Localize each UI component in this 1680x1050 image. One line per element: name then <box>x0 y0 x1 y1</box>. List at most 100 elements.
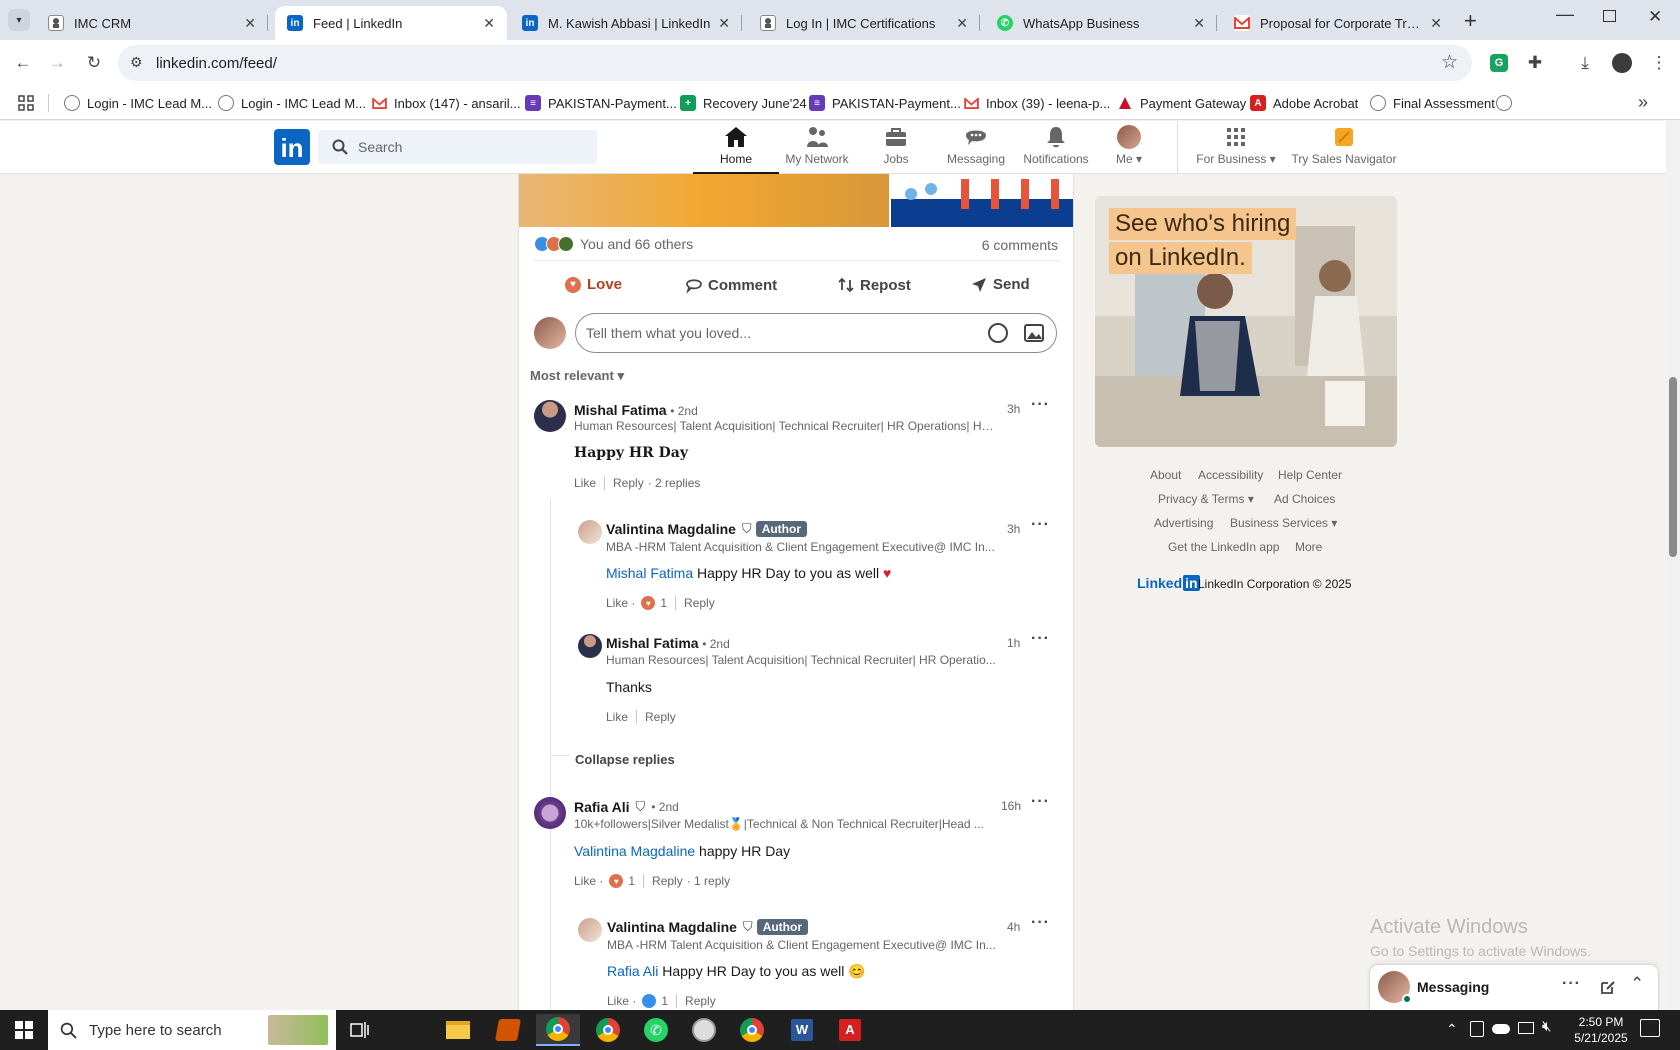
nav-me[interactable]: Me ▾ <box>1093 125 1165 173</box>
footer-business-services[interactable]: Business Services ▾ <box>1230 516 1337 530</box>
messaging-widget[interactable]: Messaging ··· ⌃ <box>1370 965 1658 1010</box>
bookmark-star-icon[interactable]: ☆ <box>1441 51 1458 74</box>
footer-accessibility[interactable]: Accessibility <box>1198 468 1263 482</box>
footer-help-center[interactable]: Help Center <box>1278 468 1342 482</box>
word-icon[interactable]: W <box>780 1014 824 1046</box>
device-icon[interactable] <box>1470 1021 1484 1037</box>
bookmark-item[interactable]: + Recovery June'24 <box>680 93 807 113</box>
forward-icon[interactable]: → <box>46 52 68 74</box>
bookmark-item[interactable]: Inbox (39) - leena-p... <box>963 93 1110 113</box>
window-close-icon[interactable]: ✕ <box>1648 7 1662 27</box>
chrome-icon[interactable] <box>586 1014 630 1046</box>
scrollbar-thumb[interactable] <box>1669 377 1677 557</box>
reaction-count[interactable]: 1 <box>661 994 668 1008</box>
reaction-count[interactable]: 1 <box>628 874 635 888</box>
page-scrollbar[interactable] <box>1666 121 1680 1010</box>
comment-input[interactable]: Tell them what you loved... <box>575 313 1057 353</box>
commenter-avatar[interactable] <box>534 400 566 432</box>
copilot-icon[interactable] <box>386 1014 430 1046</box>
onedrive-cloud-icon[interactable] <box>1492 1024 1510 1034</box>
like-button[interactable]: Like · <box>606 596 635 610</box>
extension-icon[interactable]: G <box>1490 54 1508 72</box>
footer-advertising[interactable]: Advertising <box>1154 516 1213 530</box>
commenter-name[interactable]: Rafia Ali <box>574 799 630 815</box>
linkedin-logo-icon[interactable]: in <box>274 129 310 165</box>
replier-avatar[interactable] <box>578 918 602 942</box>
bookmark-item[interactable]: Inbox (147) - ansaril... <box>371 93 520 113</box>
reply-button[interactable]: Reply <box>684 596 715 610</box>
comments-count[interactable]: 6 comments <box>982 237 1058 253</box>
bookmark-item[interactable]: Login - IMC Lead M... <box>218 93 366 113</box>
like-button[interactable]: Like · <box>574 874 603 888</box>
tab-proposal[interactable]: Proposal for Corporate Training ✕ <box>1222 6 1454 40</box>
post-image-right[interactable] <box>891 174 1073 227</box>
acrobat-icon[interactable]: A <box>828 1014 872 1046</box>
love-button[interactable]: ♥ Love <box>565 276 622 293</box>
app-icon[interactable] <box>486 1014 530 1046</box>
nav-home[interactable]: Home <box>693 125 779 174</box>
search-input[interactable]: Search <box>318 130 597 164</box>
close-icon[interactable]: ✕ <box>244 15 256 32</box>
footer-ad-choices[interactable]: Ad Choices <box>1274 492 1335 506</box>
more-options-icon[interactable]: ··· <box>1031 793 1050 811</box>
commenter-avatar[interactable] <box>534 797 566 829</box>
nav-messaging[interactable]: Messaging <box>933 125 1019 173</box>
apps-grid-icon[interactable] <box>18 95 34 111</box>
comment-button[interactable]: Comment <box>685 276 777 294</box>
network-icon[interactable] <box>1518 1022 1534 1034</box>
reply-button[interactable]: Reply <box>652 874 683 888</box>
emoji-icon[interactable] <box>988 323 1008 343</box>
mention-link[interactable]: Rafia Ali <box>607 963 658 979</box>
bookmark-item[interactable]: Payment Gateway <box>1117 93 1246 113</box>
replier-name[interactable]: Mishal Fatima <box>606 635 699 651</box>
reply-button[interactable]: Reply <box>645 710 676 724</box>
chrome-icon[interactable] <box>730 1014 774 1046</box>
more-options-icon[interactable]: ··· <box>1031 630 1050 648</box>
bookmark-icon[interactable] <box>1496 95 1512 111</box>
chevron-up-icon[interactable]: ⌃ <box>1446 1021 1458 1038</box>
mention-link[interactable]: Mishal Fatima <box>606 565 693 581</box>
bookmark-item[interactable]: Login - IMC Lead M... <box>64 93 212 113</box>
tab-whatsapp-business[interactable]: ✆ WhatsApp Business ✕ <box>985 6 1217 40</box>
site-info-icon[interactable]: ⚙ <box>130 54 143 71</box>
tab-search-button[interactable]: ▾ <box>8 9 30 31</box>
nav-jobs[interactable]: Jobs <box>853 125 939 173</box>
send-button[interactable]: Send <box>971 276 1030 293</box>
close-icon[interactable]: ✕ <box>956 15 968 32</box>
footer-more[interactable]: More <box>1295 540 1322 554</box>
chrome-menu-icon[interactable]: ⋮ <box>1648 52 1670 74</box>
bookmark-item[interactable]: Final Assessment <box>1370 93 1495 113</box>
system-clock[interactable]: 2:50 PM 5/21/2025 <box>1564 1014 1638 1046</box>
tab-imc-certifications[interactable]: Log In | IMC Certifications ✕ <box>748 6 980 40</box>
whatsapp-icon[interactable]: ✆ <box>634 1014 678 1046</box>
footer-about[interactable]: About <box>1150 468 1181 482</box>
commenter-name[interactable]: Mishal Fatima <box>574 402 667 418</box>
reply-button[interactable]: Reply <box>685 994 716 1008</box>
chevron-up-icon[interactable]: ⌃ <box>1630 974 1644 994</box>
nav-sales-navigator[interactable]: Try Sales Navigator <box>1290 125 1398 173</box>
extensions-puzzle-icon[interactable]: ✚ <box>1524 52 1546 74</box>
compose-icon[interactable] <box>1600 979 1616 995</box>
chrome-icon[interactable] <box>536 1014 580 1046</box>
like-button[interactable]: Like · <box>607 994 636 1008</box>
footer-privacy-terms[interactable]: Privacy & Terms ▾ <box>1158 492 1254 506</box>
replier-name[interactable]: Valintina Magdaline <box>606 521 736 537</box>
profile-avatar-icon[interactable] <box>1612 53 1632 73</box>
clock-app-icon[interactable] <box>682 1014 726 1046</box>
close-icon[interactable]: ✕ <box>1430 15 1442 32</box>
tab-imc-crm[interactable]: IMC CRM ✕ <box>36 6 268 40</box>
like-button[interactable]: Like <box>606 710 628 724</box>
address-bar[interactable]: ⚙ linkedin.com/feed/ ☆ <box>118 45 1472 81</box>
bookmark-item[interactable]: ≡ PAKISTAN-Payment... <box>809 93 961 113</box>
volume-muted-icon[interactable]: 🔇︎ <box>1542 1018 1551 1035</box>
repost-button[interactable]: Repost <box>837 276 911 294</box>
post-image-left[interactable] <box>519 174 889 227</box>
tab-kawish-linkedin[interactable]: in M. Kawish Abbasi | LinkedIn ✕ <box>510 6 742 40</box>
reactions-summary[interactable]: You and 66 others <box>534 236 693 252</box>
tab-linkedin-feed[interactable]: in Feed | LinkedIn ✕ <box>275 6 507 40</box>
reaction-count[interactable]: 1 <box>660 596 667 610</box>
task-view-icon[interactable] <box>338 1014 382 1046</box>
replier-avatar[interactable] <box>578 634 602 658</box>
bookmark-item[interactable]: ≡ PAKISTAN-Payment... <box>525 93 677 113</box>
minimize-icon[interactable]: — <box>1556 4 1574 25</box>
